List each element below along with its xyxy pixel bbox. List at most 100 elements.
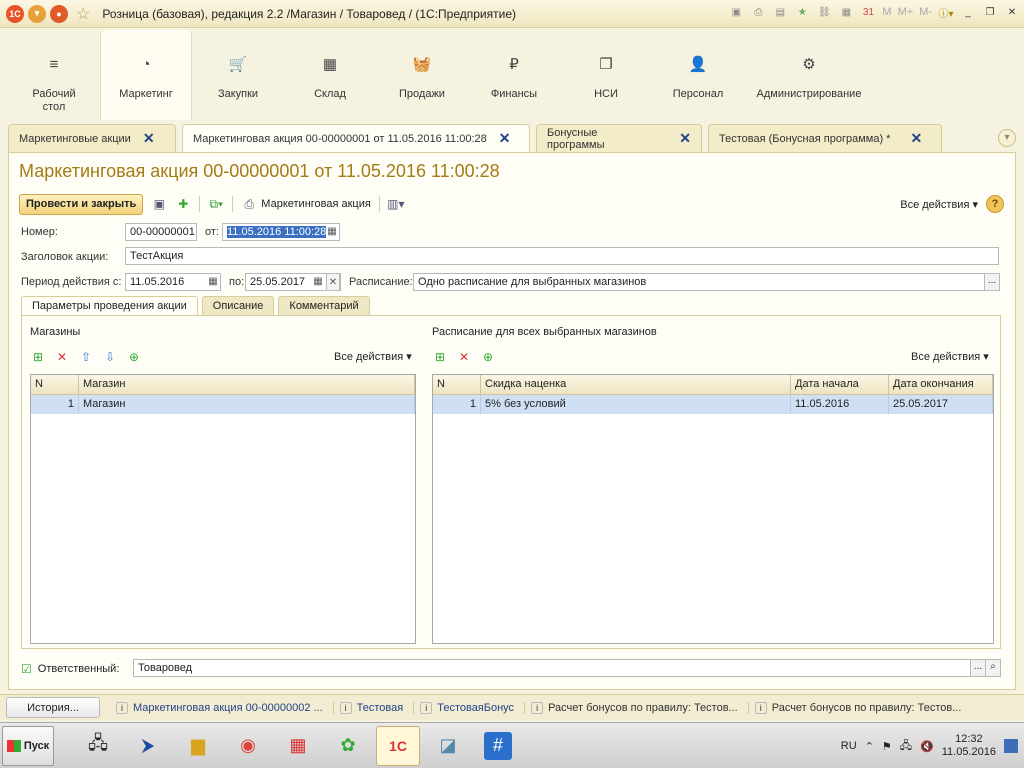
section-warehouse[interactable]: ▦ Склад bbox=[284, 30, 376, 120]
move-down-icon[interactable]: ⇩ bbox=[102, 349, 118, 365]
info-icon[interactable]: ⓘ▾ bbox=[938, 4, 954, 20]
schedule-field[interactable]: Одно расписание для выбранных магазинов bbox=[413, 273, 985, 291]
app-logo-icon[interactable]: 1С bbox=[6, 4, 24, 23]
tray-expand-icon[interactable]: ⌃ bbox=[865, 740, 874, 753]
history-item[interactable]: i Расчет бонусов по правилу: Тестов... bbox=[747, 701, 961, 714]
close-icon[interactable]: ✕ bbox=[1004, 4, 1020, 20]
section-nsi[interactable]: ❐ НСИ bbox=[560, 30, 652, 120]
post-and-close-button[interactable]: Провести и закрыть bbox=[19, 193, 144, 215]
close-icon[interactable]: ✕ bbox=[679, 130, 691, 147]
section-purchases[interactable]: 🛒 Закупки bbox=[192, 30, 284, 120]
memory-mplus[interactable]: M+ bbox=[898, 6, 914, 18]
responsible-select-button[interactable]: ... bbox=[970, 659, 986, 677]
column-header[interactable]: Магазин bbox=[79, 375, 415, 394]
history-button[interactable]: История... bbox=[6, 697, 100, 718]
powershell-icon[interactable]: ⮞ bbox=[126, 726, 170, 766]
preview-icon[interactable]: ▤ bbox=[772, 4, 788, 20]
tab-test-bonus-program[interactable]: Тестовая (Бонусная программа) * ✕ bbox=[708, 124, 942, 152]
table-row[interactable]: 1 Магазин bbox=[31, 395, 415, 414]
header-field[interactable]: ТестАкция bbox=[125, 247, 999, 265]
history-item[interactable]: i Маркетинговая акция 00-00000002 ... bbox=[110, 701, 323, 714]
post-icon[interactable]: ✚ bbox=[175, 196, 191, 212]
tab-parameters[interactable]: Параметры проведения акции bbox=[21, 296, 198, 315]
section-desktop[interactable]: ≡ Рабочий стол bbox=[8, 30, 100, 120]
all-actions-menu[interactable]: Все действия ▾ bbox=[900, 198, 978, 211]
schedule-all-actions[interactable]: Все действия ▾ bbox=[911, 350, 989, 363]
clock[interactable]: 12:32 11.05.2016 bbox=[942, 733, 996, 759]
add-favorite-icon[interactable]: ★ bbox=[794, 4, 810, 20]
server-manager-icon[interactable]: 🖧 bbox=[76, 726, 120, 766]
minimize-icon[interactable]: _ bbox=[960, 4, 976, 20]
close-icon[interactable]: ✕ bbox=[143, 130, 155, 147]
section-finance[interactable]: ₽ Финансы bbox=[468, 30, 560, 120]
memory-m[interactable]: M bbox=[882, 6, 891, 18]
start-button[interactable]: Пуск bbox=[2, 725, 54, 766]
tab-comment[interactable]: Комментарий bbox=[278, 296, 370, 315]
save-icon[interactable]: ▣ bbox=[151, 196, 167, 212]
save-icon[interactable]: ▣ bbox=[728, 4, 744, 20]
history-item[interactable]: i Расчет бонусов по правилу: Тестов... bbox=[524, 701, 738, 714]
close-icon[interactable]: ✕ bbox=[910, 130, 922, 147]
section-sales[interactable]: 🧺 Продажи bbox=[376, 30, 468, 120]
restore-icon[interactable]: ❐ bbox=[982, 4, 998, 20]
column-header[interactable]: Дата окончания bbox=[889, 375, 993, 394]
tab-description[interactable]: Описание bbox=[201, 296, 275, 315]
history-item[interactable]: i ТестоваяБонус bbox=[413, 701, 514, 714]
add-icon[interactable]: ⊞ bbox=[30, 349, 46, 365]
pick-icon[interactable]: ⊕ bbox=[126, 349, 142, 365]
section-personnel[interactable]: 👤 Персонал bbox=[652, 30, 744, 120]
help-icon[interactable]: ? bbox=[986, 195, 1004, 213]
1c-app-icon[interactable]: 1С bbox=[376, 725, 420, 766]
column-header[interactable]: Скидка наценка bbox=[481, 375, 791, 394]
print-icon[interactable]: ⎙ bbox=[750, 4, 766, 20]
tab-marketing-actions[interactable]: Маркетинговые акции ✕ bbox=[8, 124, 176, 152]
flag-icon[interactable]: ⚑ bbox=[882, 740, 892, 753]
calendar-icon[interactable]: 31 bbox=[860, 4, 876, 20]
column-header[interactable]: Дата начала bbox=[791, 375, 889, 394]
apps-grid-icon[interactable]: ▦ bbox=[276, 726, 320, 766]
stores-all-actions[interactable]: Все действия ▾ bbox=[334, 350, 412, 363]
pick-icon[interactable]: ⊕ bbox=[480, 349, 496, 365]
calculator-icon[interactable]: ▦ bbox=[838, 4, 854, 20]
table-row[interactable]: 1 5% без условий 11.05.2016 25.05.2017 bbox=[433, 395, 993, 414]
print-marketing-action-link[interactable]: Маркетинговая акция bbox=[261, 198, 371, 210]
memory-mminus[interactable]: M- bbox=[919, 6, 932, 18]
explorer-folder-icon[interactable]: ▆ bbox=[176, 726, 220, 766]
column-header[interactable]: N bbox=[31, 375, 79, 394]
chrome-icon[interactable]: ◉ bbox=[226, 726, 270, 766]
create-based-on-icon[interactable]: ⧉▾ bbox=[208, 196, 224, 212]
tab-bonus-programs[interactable]: Бонусные программы ✕ bbox=[536, 124, 702, 152]
network-icon[interactable]: 🖧 bbox=[900, 737, 912, 756]
responsible-field[interactable]: Товаровед bbox=[133, 659, 971, 677]
number-field[interactable]: 00-00000001 bbox=[125, 223, 197, 241]
print-icon[interactable]: ⎙ bbox=[241, 196, 257, 212]
delete-icon[interactable]: ✕ bbox=[54, 349, 70, 365]
delete-icon[interactable]: ✕ bbox=[456, 349, 472, 365]
calendar-icon[interactable]: ▦ bbox=[206, 273, 220, 291]
date-field[interactable]: 11.05.2016 11:00:28 bbox=[222, 223, 340, 241]
calendar-icon[interactable]: ▦ bbox=[325, 223, 339, 241]
section-marketing[interactable]: ◔ Маркетинг bbox=[100, 30, 192, 120]
notepad-icon[interactable]: ◪ bbox=[426, 726, 470, 766]
volume-mute-icon[interactable]: 🔇 bbox=[920, 740, 934, 753]
window-action-icon[interactable]: ● bbox=[50, 4, 68, 23]
tab-marketing-action-doc[interactable]: Маркетинговая акция 00-00000001 от 11.05… bbox=[182, 124, 530, 152]
column-header[interactable]: N bbox=[433, 375, 481, 394]
move-up-icon[interactable]: ⇧ bbox=[78, 349, 94, 365]
add-icon[interactable]: ⊞ bbox=[432, 349, 448, 365]
language-indicator[interactable]: RU bbox=[841, 740, 857, 752]
link-icon[interactable]: ⛓ bbox=[816, 4, 832, 20]
schedule-select-button[interactable]: ... bbox=[984, 273, 1000, 291]
hashtag-app-icon[interactable]: # bbox=[484, 731, 512, 760]
calendar-icon[interactable]: ▦ bbox=[311, 273, 325, 291]
close-icon[interactable]: ✕ bbox=[499, 130, 511, 147]
clear-icon[interactable]: ✕ bbox=[326, 273, 340, 291]
section-administration[interactable]: ⚙ Администрирование bbox=[744, 30, 874, 120]
history-item[interactable]: i Тестовая bbox=[332, 701, 403, 714]
favorites-star-icon[interactable]: ☆ bbox=[76, 4, 90, 24]
tabs-menu-chevron-icon[interactable]: ▾ bbox=[998, 129, 1016, 147]
icq-flower-icon[interactable]: ✿ bbox=[326, 726, 370, 766]
search-icon[interactable]: ⌕ bbox=[985, 659, 1001, 677]
reports-icon[interactable]: ▥▾ bbox=[387, 196, 404, 212]
show-desktop-icon[interactable] bbox=[1004, 739, 1018, 753]
